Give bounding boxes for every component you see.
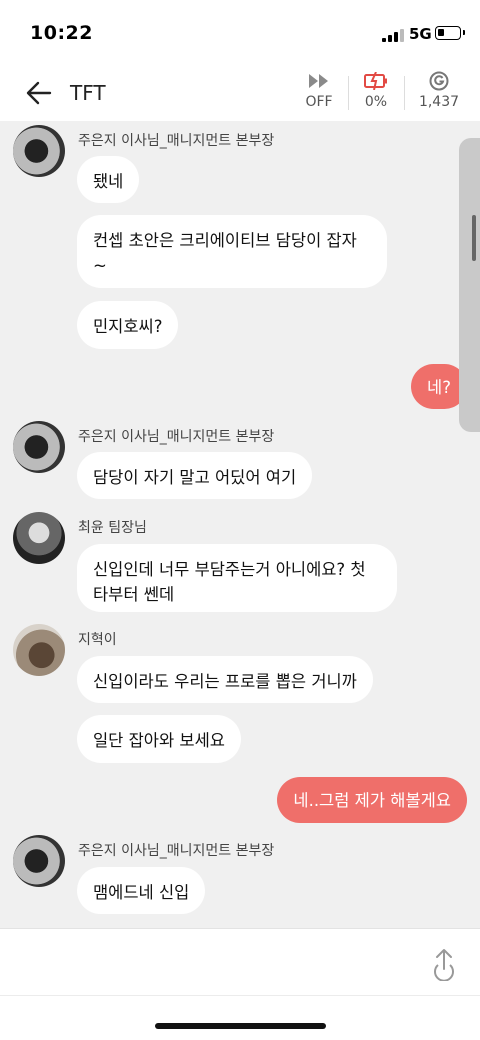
sender-name: 주은지 이사님_매니지먼트 본부장 [78, 843, 275, 859]
battery-icon [435, 26, 465, 40]
avatar[interactable] [13, 512, 65, 564]
skip-value: OFF [305, 94, 333, 110]
chat-header: TFT OFF 0% 1,437 [0, 64, 480, 121]
status-bar: 10:22 5G [0, 0, 480, 64]
chat-title: TFT [70, 81, 106, 105]
coin-value: 1,437 [418, 94, 460, 110]
message-bubble: 신입이라도 우리는 프로를 뽑은 거니까 [77, 656, 373, 703]
g-coin-icon [414, 70, 464, 92]
home-bar [0, 995, 480, 1040]
status-time: 10:22 [30, 22, 93, 44]
message-bubble: 맴에드네 신입 [77, 867, 206, 914]
avatar[interactable] [13, 835, 65, 887]
back-arrow-icon[interactable] [24, 78, 54, 108]
my-message-bubble: 네..그럼 제가 해볼게요 [277, 777, 467, 823]
battery-alert-icon [351, 70, 401, 92]
message-bubble: 컨셉 초안은 크리에이티브 담당이 잡자 ~ [77, 215, 387, 288]
send-icon[interactable] [430, 947, 458, 982]
avatar[interactable] [13, 125, 65, 177]
sender-name: 주은지 이사님_매니지먼트 본부장 [78, 429, 275, 445]
message-bubble: 민지호씨? [77, 301, 179, 349]
message-bubble: 신입인데 너무 부담주는거 아니에요? 첫 타부터 쎈데 [77, 544, 397, 612]
message-bubble: 일단 잡아와 보세요 [77, 715, 241, 763]
home-indicator[interactable] [155, 1023, 326, 1029]
header-divider [404, 76, 405, 110]
skip-toggle[interactable]: OFF [294, 70, 344, 110]
input-bar[interactable] [0, 928, 480, 996]
sender-name: 지혁이 [78, 632, 117, 648]
avatar[interactable] [13, 421, 65, 473]
scrollbar-thumb[interactable] [472, 215, 476, 261]
chat-area[interactable]: 주은지 이사님_매니지먼트 본부장 됐네 컨셉 초안은 크리에이티브 담당이 잡… [0, 121, 480, 928]
battery-stat[interactable]: 0% [351, 70, 401, 110]
battery-value: 0% [364, 94, 388, 110]
sender-name: 주은지 이사님_매니지먼트 본부장 [78, 133, 275, 149]
scrollbar[interactable] [459, 138, 480, 432]
sender-name: 최윤 팀장님 [78, 520, 147, 536]
avatar[interactable] [13, 624, 65, 676]
header-divider [348, 76, 349, 110]
message-bubble: 담당이 자기 말고 어딨어 여기 [77, 452, 313, 499]
network-label: 5G [409, 25, 432, 43]
coin-stat[interactable]: 1,437 [414, 70, 464, 110]
message-bubble: 됐네 [77, 156, 140, 203]
signal-icon [382, 28, 404, 42]
fast-forward-icon [294, 70, 344, 92]
